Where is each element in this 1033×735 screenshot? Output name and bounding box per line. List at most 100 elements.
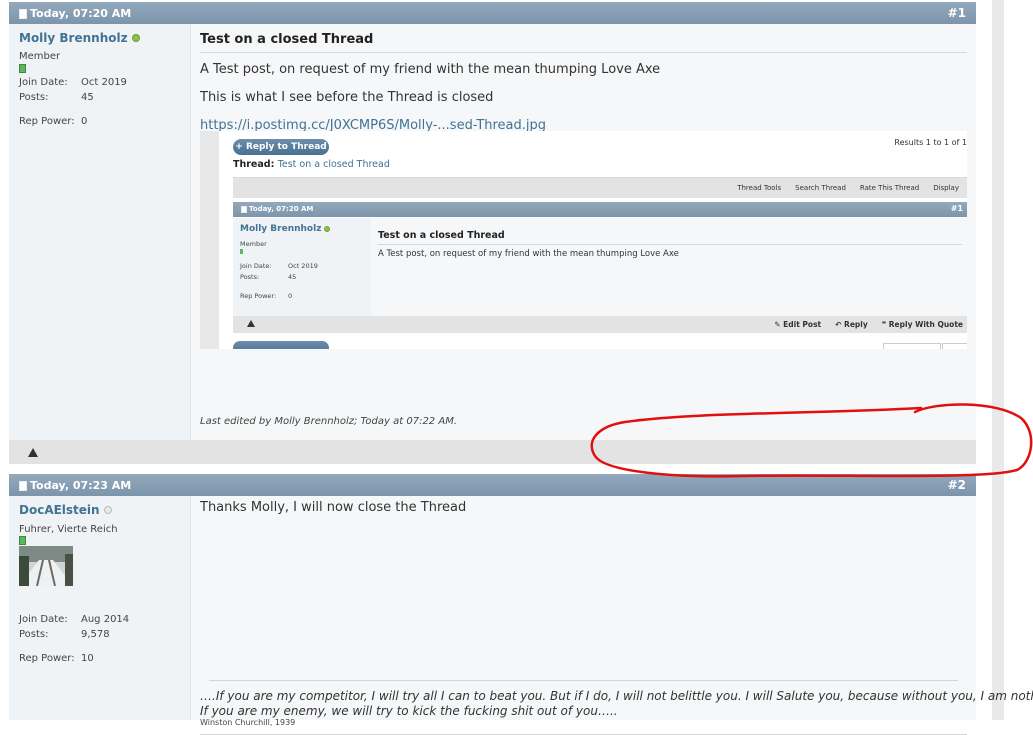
join-date-value: Oct 2019: [81, 77, 127, 88]
join-date-label: Join Date:: [19, 614, 68, 625]
username[interactable]: DocAElstein: [19, 503, 112, 517]
reply-to-thread-button: + Reply to Thread: [233, 139, 329, 155]
edit-post-label: Edit Post: [783, 320, 822, 329]
user-title: Member: [19, 51, 61, 62]
report-post-icon[interactable]: [28, 448, 38, 457]
post-count: Posts: 45: [240, 273, 296, 281]
post-number[interactable]: #2: [948, 478, 966, 492]
rep-power-value: 0: [288, 292, 293, 300]
edit-post-button: ✎ Edit Post: [774, 320, 822, 329]
post-text: A Test post, on request of my friend wit…: [378, 249, 679, 259]
reputation-icon: [240, 249, 243, 254]
thread-name: Test on a closed Thread: [277, 159, 390, 170]
posts-value: 45: [81, 92, 94, 103]
rate-thread-menu: Rate This Thread: [859, 184, 920, 192]
post-header: Today, 07:20 AM #1: [233, 202, 967, 217]
display-menu: Display: [933, 184, 959, 192]
rep-power-value: 10: [81, 653, 94, 664]
reply-to-thread-button-bottom: [233, 341, 329, 349]
post-text-line: A Test post, on request of my friend wit…: [200, 62, 661, 77]
post-header: Today, 07:23 AM #2: [9, 474, 976, 496]
post-content: Test on a closed Thread A Test post, on …: [371, 218, 967, 316]
post-count: Posts: 45: [19, 92, 94, 103]
last-edited-note: Last edited by Molly Brennholz; Today at…: [200, 416, 457, 427]
search-thread-menu: Search Thread: [795, 184, 846, 192]
post-count: Posts: 9,578: [19, 629, 110, 640]
posts-value: 45: [288, 273, 297, 281]
avatar-image: [19, 546, 73, 586]
post-text-line: This is what I see before the Thread is …: [200, 90, 494, 105]
signature-line: If you are my enemy, we will try to kick…: [200, 704, 618, 718]
thread-breadcrumb: Thread: Test on a closed Thread: [233, 159, 390, 170]
reputation-icon: [19, 536, 26, 545]
username-text[interactable]: DocAElstein: [19, 503, 100, 517]
embedded-screenshot[interactable]: + Reply to Thread Results 1 to 1 of 1 Th…: [200, 131, 967, 349]
post-date-text: Today, 07:20 AM: [249, 205, 314, 213]
rep-power-value: 0: [81, 116, 88, 127]
post-body: DocAElstein Fuhrer, Vierte Reich Join Da…: [9, 496, 1033, 735]
join-date: Join Date: Aug 2014: [19, 614, 129, 625]
online-status-icon: [131, 34, 140, 42]
post-date-text: Today, 07:20 AM: [30, 7, 132, 20]
post-date: Today, 07:23 AM: [19, 479, 131, 492]
post-text: Thanks Molly, I will now close the Threa…: [200, 500, 467, 515]
join-date-label: Join Date:: [240, 262, 272, 270]
user-title: Fuhrer, Vierte Reich: [19, 524, 118, 535]
rep-power: Rep Power: 0: [240, 292, 292, 300]
thread-toolbar: Thread Tools Search Thread Rate This Thr…: [233, 177, 967, 198]
post-title: Test on a closed Thread: [378, 230, 962, 245]
reply-button: ↶ Reply: [835, 320, 868, 329]
scrollbar[interactable]: [992, 0, 1004, 720]
post-content: Thanks Molly, I will now close the Threa…: [191, 496, 1033, 735]
warning-icon: [247, 320, 255, 327]
right-gutter: [976, 0, 992, 720]
page-icon: [19, 480, 27, 491]
rep-power: Rep Power: 10: [19, 653, 94, 664]
online-status-icon: [324, 226, 331, 232]
page-icon: [241, 205, 247, 213]
signature-line: ….If you are my competitor, I will try a…: [200, 689, 1033, 703]
join-date-value: Oct 2019: [288, 262, 318, 270]
post-header: Today, 07:20 AM #1: [9, 2, 976, 24]
reputation-icon: [19, 64, 26, 73]
post-date-text: Today, 07:23 AM: [30, 479, 132, 492]
username: Molly Brennholz: [240, 224, 331, 234]
screenshot-sidebar: [200, 131, 219, 349]
reply-label: Reply: [844, 320, 868, 329]
goto-button: [942, 343, 967, 349]
join-date-value: Aug 2014: [81, 614, 130, 625]
goto-input: [883, 343, 941, 349]
reply-with-quote-label: Reply With Quote: [888, 320, 963, 329]
reply-with-quote-button: ❞ Reply With Quote: [881, 320, 963, 329]
thread-tools-menu: Thread Tools: [737, 184, 782, 192]
avatar[interactable]: [19, 546, 73, 586]
posts-label: Posts:: [240, 273, 260, 281]
rep-power-label: Rep Power:: [19, 116, 75, 127]
post-content: Test on a closed Thread A Test post, on …: [191, 24, 976, 440]
posts-label: Posts:: [19, 92, 49, 103]
join-date: Join Date: Oct 2019: [19, 77, 127, 88]
signature: ….If you are my competitor, I will try a…: [200, 680, 1033, 719]
join-date: Join Date: Oct 2019: [240, 262, 318, 270]
page-icon: [19, 8, 27, 19]
post-number: #1: [950, 204, 963, 213]
signature-attribution: Winston Churchill, 1939: [200, 718, 296, 727]
rep-power-label: Rep Power:: [240, 292, 277, 300]
post-body: Molly Brennholz Member Join Date: Oct 201…: [9, 24, 976, 440]
user-info: DocAElstein Fuhrer, Vierte Reich Join Da…: [9, 496, 191, 720]
offline-status-icon: [103, 506, 112, 514]
username-text[interactable]: Molly Brennholz: [19, 31, 128, 45]
thread-label: Thread:: [233, 159, 275, 170]
user-title: Member: [240, 240, 267, 248]
user-info: Molly Brennholz Member Join Date: Oct 201…: [9, 24, 191, 440]
posts-value: 9,578: [81, 629, 110, 640]
signature-divider: [209, 680, 958, 681]
post-2: Today, 07:23 AM #2 DocAElstein Fuhrer, V…: [9, 474, 1033, 735]
username-text: Molly Brennholz: [240, 224, 322, 234]
post-date: Today, 07:20 AM: [19, 7, 131, 20]
join-date-label: Join Date:: [19, 77, 68, 88]
post-title: Test on a closed Thread: [200, 32, 967, 53]
username[interactable]: Molly Brennholz: [19, 31, 140, 45]
post-number[interactable]: #1: [948, 6, 966, 20]
user-info: Molly Brennholz Member Join Date: Oct 201…: [233, 218, 371, 316]
